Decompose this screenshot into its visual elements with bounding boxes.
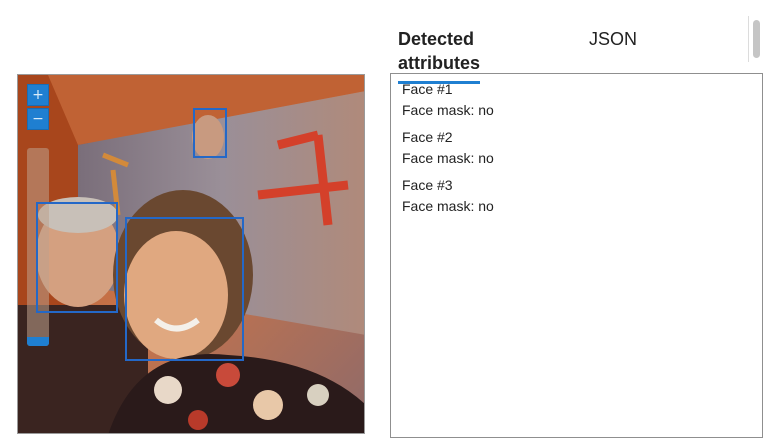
face-box-2[interactable] — [36, 202, 118, 313]
plus-icon: + — [32, 87, 44, 103]
face-mask-value: Face mask: no — [402, 102, 494, 118]
scrollbar-thumb[interactable] — [753, 20, 760, 58]
image-viewer[interactable]: + − — [17, 74, 365, 434]
face-title: Face #2 — [402, 129, 453, 145]
zoom-in-button[interactable]: + — [27, 84, 49, 106]
face-result-3: Face #3 Face mask: no — [402, 175, 751, 217]
page-scrollbar[interactable] — [748, 16, 762, 62]
tab-json[interactable]: JSON — [589, 27, 637, 57]
results-panel: Face #1 Face mask: no Face #2 Face mask:… — [390, 73, 763, 438]
face-box-3[interactable] — [125, 217, 244, 361]
minus-icon: − — [32, 111, 44, 127]
zoom-out-button[interactable]: − — [27, 108, 49, 130]
face-mask-value: Face mask: no — [402, 150, 494, 166]
face-box-1[interactable] — [193, 108, 227, 158]
face-result-2: Face #2 Face mask: no — [402, 127, 751, 169]
zoom-slider-handle[interactable] — [27, 337, 49, 346]
face-result-1: Face #1 Face mask: no — [402, 79, 751, 121]
face-title: Face #3 — [402, 177, 453, 193]
face-title: Face #1 — [402, 81, 453, 97]
face-mask-value: Face mask: no — [402, 198, 494, 214]
